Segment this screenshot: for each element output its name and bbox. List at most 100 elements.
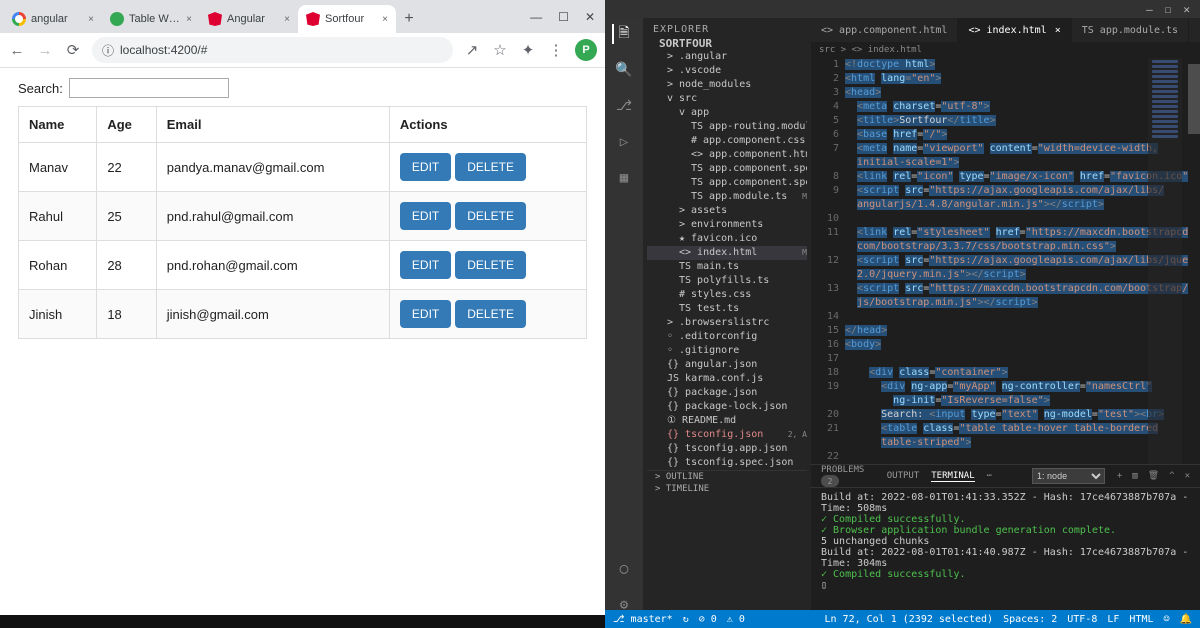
tree-item[interactable]: <> index.htmlM (647, 246, 807, 260)
code-line[interactable]: com/bootstrap/3.3.7/css/bootstrap.min.cs… (811, 240, 1200, 254)
minimize-icon[interactable]: — (530, 10, 542, 24)
code-line[interactable]: 13 <script src="https://maxcdn.bootstrap… (811, 282, 1200, 296)
code-line[interactable]: 1<!doctype html> (811, 58, 1200, 72)
code-line[interactable]: 22 (811, 450, 1200, 464)
code-line[interactable]: 19 <div ng-app="myApp" ng-controller="na… (811, 380, 1200, 394)
tree-item[interactable]: > .angular (647, 50, 807, 64)
extensions-icon[interactable]: ✦ (519, 41, 537, 59)
search-input[interactable] (69, 78, 229, 98)
terminal-output[interactable]: Build at: 2022-08-01T01:41:33.352Z - Has… (811, 488, 1200, 615)
split-terminal-icon[interactable]: ▥ (1132, 471, 1137, 481)
tree-item[interactable]: <> app.component.html (647, 148, 807, 162)
tree-item[interactable]: JS karma.conf.js (647, 372, 807, 386)
errors-count[interactable]: ⊘ 0 (699, 614, 717, 625)
tree-item[interactable]: TS main.ts (647, 260, 807, 274)
tree-item[interactable]: ◦ .gitignore (647, 344, 807, 358)
edit-button[interactable]: EDIT (400, 153, 451, 181)
tree-item[interactable]: > assets (647, 204, 807, 218)
new-tab-button[interactable]: + (396, 5, 422, 33)
explorer-icon[interactable]: 🗎 (612, 24, 634, 44)
trash-icon[interactable]: 🗑 (1148, 471, 1159, 481)
terminal-select[interactable]: 1: node (1032, 468, 1105, 484)
code-line[interactable]: 10 (811, 212, 1200, 226)
col-age[interactable]: Age (97, 107, 156, 143)
avatar[interactable]: P (575, 39, 597, 61)
delete-button[interactable]: DELETE (455, 251, 526, 279)
delete-button[interactable]: DELETE (455, 300, 526, 328)
language-mode[interactable]: HTML (1129, 614, 1153, 625)
url-field[interactable]: ⓘ localhost:4200/# (92, 37, 453, 63)
account-icon[interactable]: ◯ (614, 559, 634, 579)
breadcrumb[interactable]: src > <> index.html (811, 42, 1200, 58)
tree-item[interactable]: TS app.module.tsM (647, 190, 807, 204)
tab-terminal[interactable]: TERMINAL (931, 471, 974, 482)
minimap[interactable] (1148, 58, 1182, 464)
eol[interactable]: LF (1107, 614, 1119, 625)
forward-icon[interactable]: → (36, 42, 54, 59)
delete-button[interactable]: DELETE (455, 153, 526, 181)
more-icon[interactable]: ⋯ (987, 471, 992, 481)
star-icon[interactable]: ☆ (491, 41, 509, 59)
indent-setting[interactable]: Spaces: 2 (1003, 614, 1057, 625)
maximize-panel-icon[interactable]: ^ (1169, 471, 1174, 481)
sync-icon[interactable]: ↻ (683, 614, 689, 625)
code-line[interactable]: js/bootstrap.min.js"></script> (811, 296, 1200, 310)
code-line[interactable]: 8 <link rel="icon" type="image/x-icon" h… (811, 170, 1200, 184)
tab-output[interactable]: OUTPUT (887, 471, 920, 481)
edit-button[interactable]: EDIT (400, 251, 451, 279)
close-icon[interactable]: ✕ (585, 10, 595, 24)
outline-section[interactable]: > OUTLINE (647, 471, 807, 483)
code-line[interactable]: 9 <script src="https://ajax.googleapis.c… (811, 184, 1200, 198)
bell-icon[interactable]: 🔔 (1180, 614, 1192, 625)
back-icon[interactable]: ← (8, 42, 26, 59)
tree-item[interactable]: {} angular.json (647, 358, 807, 372)
tree-item[interactable]: TS polyfills.ts (647, 274, 807, 288)
close-panel-icon[interactable]: ✕ (1185, 471, 1190, 481)
scroll-thumb[interactable] (1188, 64, 1200, 134)
edit-button[interactable]: EDIT (400, 202, 451, 230)
encoding[interactable]: UTF-8 (1067, 614, 1097, 625)
tree-item[interactable]: ★ favicon.ico (647, 232, 807, 246)
tab-angularjs[interactable]: Angular× (200, 5, 298, 33)
tab-sortfour[interactable]: Sortfour× (298, 5, 396, 33)
debug-icon[interactable]: ▷ (614, 132, 634, 152)
cursor-position[interactable]: Ln 72, Col 1 (2392 selected) (825, 614, 994, 625)
tab-tablew[interactable]: Table W…× (102, 5, 200, 33)
code-line[interactable]: 16<body> (811, 338, 1200, 352)
code-line[interactable]: 18 <div class="container"> (811, 366, 1200, 380)
code-line[interactable]: 21 <table class="table table-hover table… (811, 422, 1200, 436)
code-line[interactable]: table-striped"> (811, 436, 1200, 450)
close-icon[interactable]: × (1055, 25, 1061, 36)
minimize-icon[interactable]: — (1146, 3, 1153, 16)
code-line[interactable]: ng-init="IsReverse=false"> (811, 394, 1200, 408)
warnings-count[interactable]: ⚠ 0 (727, 614, 745, 625)
git-icon[interactable]: ⎇ (614, 96, 634, 116)
tree-item[interactable]: v src (647, 92, 807, 106)
feedback-icon[interactable]: ☺ (1164, 614, 1170, 625)
share-icon[interactable]: ↗ (463, 41, 481, 59)
close-icon[interactable]: × (382, 14, 388, 25)
code-line[interactable]: 15</head> (811, 324, 1200, 338)
code-line[interactable]: 7 <meta name="viewport" content="width=d… (811, 142, 1200, 156)
delete-button[interactable]: DELETE (455, 202, 526, 230)
code-line[interactable]: 3<head> (811, 86, 1200, 100)
code-line[interactable]: initial-scale=1"> (811, 156, 1200, 170)
close-icon[interactable]: × (88, 14, 94, 25)
maximize-icon[interactable]: ☐ (558, 10, 569, 24)
code-line[interactable]: angularjs/1.4.8/angular.min.js"></script… (811, 198, 1200, 212)
project-root[interactable]: SORTFOUR (647, 37, 807, 50)
tree-item[interactable]: # app.component.css (647, 134, 807, 148)
tree-item[interactable]: TS app-routing.module.ts (647, 120, 807, 134)
editor-tab[interactable]: TS app.module.ts (1072, 18, 1189, 42)
new-terminal-icon[interactable]: + (1117, 471, 1122, 481)
tab-angular[interactable]: angular× (4, 5, 102, 33)
tree-item[interactable]: {} tsconfig.json2, A (647, 428, 807, 442)
tree-item[interactable]: {} tsconfig.app.json (647, 442, 807, 456)
reload-icon[interactable]: ⟳ (64, 41, 82, 59)
code-line[interactable]: 14 (811, 310, 1200, 324)
git-branch[interactable]: ⎇ master* (613, 614, 673, 625)
col-name[interactable]: Name (19, 107, 97, 143)
code-line[interactable]: 17 (811, 352, 1200, 366)
code-line[interactable]: 12 <script src="https://ajax.googleapis.… (811, 254, 1200, 268)
scrollbar[interactable] (1188, 58, 1200, 464)
